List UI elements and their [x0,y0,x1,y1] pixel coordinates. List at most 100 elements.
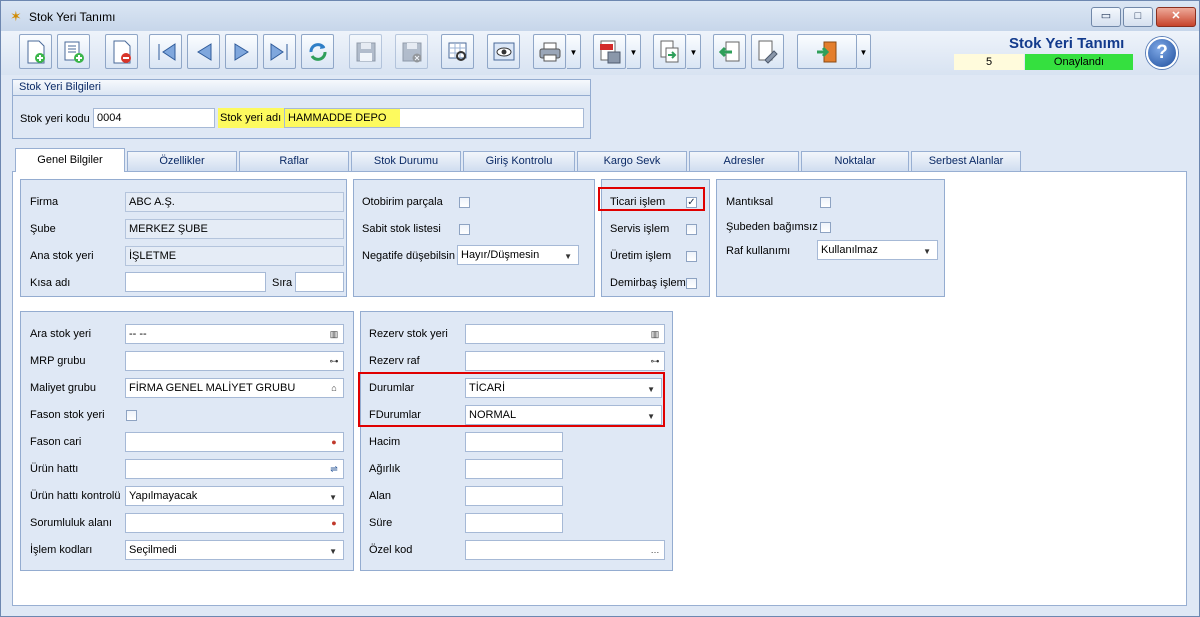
previous-record-icon [197,43,212,61]
export-dropdown-button[interactable]: ▼ [687,34,701,69]
stok-yeri-kodu-input[interactable]: 0004 [93,108,215,128]
last-record-button[interactable] [263,34,296,69]
tab-noktalar[interactable]: Noktalar [801,151,909,171]
next-record-button[interactable] [225,34,258,69]
islem-kodlari-label: İşlem kodları [30,544,93,556]
close-button[interactable]: ✕ [1156,7,1196,27]
hacim-input[interactable] [465,432,563,452]
help-button[interactable]: ? [1146,37,1178,69]
tab-giris-kontrolu[interactable]: Giriş Kontrolu [463,151,575,171]
mantiksal-checkbox[interactable] [820,197,831,208]
new-record-button[interactable] [19,34,52,69]
pdf-export-icon [600,40,621,64]
ara-stok-yeri-input[interactable]: -- -- ▥ [125,324,344,344]
grid-search-button[interactable] [441,34,474,69]
stok-yeri-kodu-label: Stok yeri kodu [20,113,90,125]
users-icon[interactable]: ● [328,517,340,529]
last-record-icon [270,43,288,61]
alan-label: Alan [369,490,392,502]
barcode-icon[interactable]: ▥ [649,328,661,340]
sure-label: Süre [369,517,393,529]
exit-dropdown-button[interactable]: ▼ [857,34,871,69]
tree-icon[interactable]: ⊶ [649,355,661,367]
exit-button[interactable] [797,34,857,69]
tab-serbest-alanlar[interactable]: Serbest Alanlar [911,151,1021,171]
ellipsis-icon[interactable]: … [649,544,661,556]
tab-ozellikler[interactable]: Özellikler [127,151,237,171]
group-title: Stok Yeri Bilgileri [13,80,590,96]
fason-cari-input[interactable]: ● [125,432,344,452]
previous-record-button[interactable] [187,34,220,69]
agirlik-input[interactable] [465,459,563,479]
add-list-button[interactable] [57,34,90,69]
urun-hatti-kontrolu-select[interactable]: Yapılmayacak ▼ [125,486,344,506]
otobirim-panel: Otobirim parçala Sabit stok listesi Nega… [353,179,595,297]
kisa-adi-input[interactable] [125,272,266,292]
subeden-bagimsiz-checkbox[interactable] [820,222,831,233]
mantiksal-panel: Mantıksal Şubeden bağımsız Raf kullanımı… [716,179,945,297]
rezerv-stok-yeri-input[interactable]: ▥ [465,324,665,344]
urun-hatti-input[interactable]: ⇌ [125,459,344,479]
genel-bilgiler-content: Firma ABC A.Ş. Şube MERKEZ ŞUBE Ana stok… [12,171,1187,606]
minimize-button[interactable]: ▭ [1091,7,1121,27]
pdf-dropdown-button[interactable]: ▼ [627,34,641,69]
save-button[interactable] [349,34,382,69]
tools-icon [758,40,778,64]
islem-kodlari-value: Seçilmedi [129,544,177,556]
sira-input[interactable] [295,272,344,292]
negatif-select-value: Hayır/Düşmesin [461,249,540,261]
sube-label: Şube [30,223,56,235]
bank-icon[interactable]: ⌂ [328,382,340,394]
stok-yeri-adi-input[interactable]: HAMMADDE DEPO [284,108,584,128]
pdf-export-button[interactable] [593,34,626,69]
sorumluluk-alani-input[interactable]: ● [125,513,344,533]
demirbas-islem-label: Demirbaş işlem [610,277,686,289]
save-cancel-button[interactable] [395,34,428,69]
tab-stok-durumu[interactable]: Stok Durumu [351,151,461,171]
sabit-stok-label: Sabit stok listesi [362,223,441,235]
tree-icon[interactable]: ⊶ [328,355,340,367]
print-button[interactable] [533,34,566,69]
ozel-kod-input[interactable]: … [465,540,665,560]
rezerv-raf-input[interactable]: ⊶ [465,351,665,371]
tab-adresler[interactable]: Adresler [689,151,799,171]
refresh-icon [309,43,327,61]
production-line-icon[interactable]: ⇌ [328,463,340,475]
import-button[interactable] [713,34,746,69]
uretim-islem-checkbox[interactable] [686,251,697,262]
maliyet-grubu-input[interactable]: FİRMA GENEL MALİYET GRUBU ⌂ [125,378,344,398]
ana-stok-yeri-label: Ana stok yeri [30,250,94,262]
rezerv-raf-label: Rezerv raf [369,355,420,367]
export-button[interactable] [653,34,686,69]
sure-input[interactable] [465,513,563,533]
refresh-button[interactable] [301,34,334,69]
tab-raflar[interactable]: Raflar [239,151,349,171]
fason-stok-yeri-checkbox[interactable] [126,410,137,421]
title-bar: ✶ Stok Yeri Tanımı ▭ □ ✕ [1,1,1199,31]
maliyet-grubu-label: Maliyet grubu [30,382,97,394]
tab-genel-bilgiler[interactable]: Genel Bilgiler [15,148,125,172]
export-icon [660,40,679,63]
alan-input[interactable] [465,486,563,506]
ara-stok-yeri-value: -- -- [129,328,147,340]
negatif-select[interactable]: Hayır/Düşmesin ▼ [457,245,579,265]
delete-record-button[interactable] [105,34,138,69]
sabit-stok-checkbox[interactable] [459,224,470,235]
otobirim-checkbox[interactable] [459,197,470,208]
servis-islem-label: Servis işlem [610,223,670,235]
servis-islem-checkbox[interactable] [686,224,697,235]
negatif-label: Negatife düşebilsin [362,250,455,262]
print-dropdown-button[interactable]: ▼ [567,34,581,69]
tab-kargo-sevk[interactable]: Kargo Sevk [577,151,687,171]
users-icon[interactable]: ● [328,436,340,448]
raf-kullanimi-select[interactable]: Kullanılmaz ▼ [817,240,938,260]
islem-kodlari-select[interactable]: Seçilmedi ▼ [125,540,344,560]
demirbas-islem-checkbox[interactable] [686,278,697,289]
barcode-icon[interactable]: ▥ [328,328,340,340]
first-record-button[interactable] [149,34,182,69]
tools-button[interactable] [751,34,784,69]
mrp-grubu-input[interactable]: ⊶ [125,351,344,371]
rezerv-stok-yeri-label: Rezerv stok yeri [369,328,448,340]
preview-button[interactable] [487,34,520,69]
maximize-button[interactable]: □ [1123,7,1153,27]
